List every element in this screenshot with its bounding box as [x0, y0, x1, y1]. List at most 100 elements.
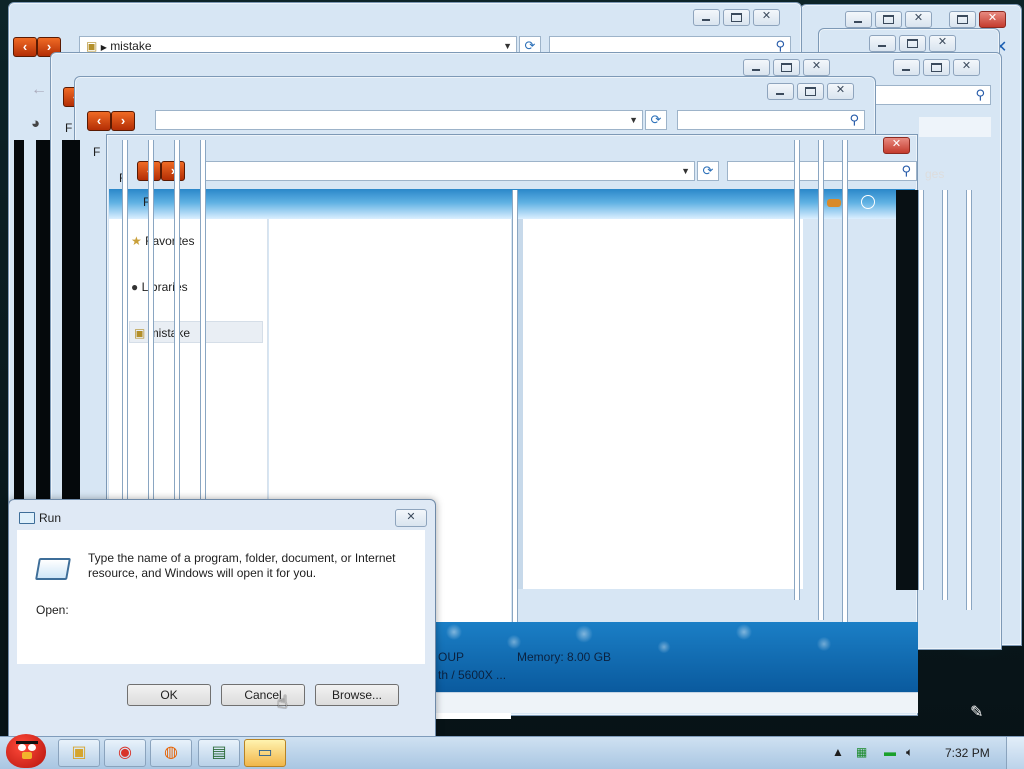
minimize-button[interactable] [693, 9, 720, 26]
window-edge [148, 140, 154, 500]
window-edge [512, 190, 518, 640]
window-edge [966, 190, 972, 610]
star-icon: ★ [131, 234, 142, 248]
folder-icon: ▣ [86, 39, 98, 53]
right-pane-edge [919, 117, 991, 137]
minimize-button[interactable] [845, 11, 872, 28]
back-arrow-icon[interactable]: ← [31, 81, 47, 99]
library-icon: ● [131, 280, 139, 294]
taskbar-chrome[interactable]: ◉ [104, 739, 146, 767]
search-input[interactable]: ⚲ [677, 110, 865, 130]
window-controls [845, 11, 932, 28]
edit-pencil-icon[interactable]: ✎ [970, 702, 983, 722]
window-controls [767, 83, 854, 100]
chevron-down-icon[interactable]: ▼ [629, 111, 638, 129]
menu-letter: F [93, 145, 101, 159]
maximize-button[interactable] [723, 9, 750, 26]
window-edge [794, 140, 800, 600]
search-icon: ⚲ [901, 163, 911, 178]
monitor-icon: ▤ [211, 744, 227, 761]
back-button[interactable]: ‹ [87, 111, 111, 131]
sidebar-item-favorites[interactable]: ★ Favorites [131, 234, 194, 248]
maximize-button[interactable] [899, 35, 926, 52]
refresh-button[interactable]: ⟳ [697, 161, 719, 181]
window-edge [942, 190, 948, 600]
chevron-down-icon[interactable]: ▼ [681, 162, 690, 180]
minimize-button[interactable] [743, 59, 770, 76]
help-icon[interactable] [861, 195, 875, 209]
search-input[interactable]: ⚲ [871, 85, 991, 105]
close-button[interactable] [905, 11, 932, 28]
forward-button[interactable]: › [161, 161, 185, 181]
window-controls-2 [949, 11, 1006, 28]
tray-expand-icon[interactable]: ▲ [832, 745, 844, 759]
address-bar[interactable]: ▼ [155, 110, 643, 130]
mouse-cursor-icon: ☝ [277, 692, 288, 712]
window-controls-b [893, 59, 980, 76]
window-edge [918, 190, 924, 590]
status-bar [434, 692, 918, 713]
system-info-banner: OUP Memory: 8.00 GB th / 5600X ... [434, 622, 918, 692]
close-button[interactable] [827, 83, 854, 100]
network-icon[interactable]: ▦ [856, 745, 867, 759]
window-edge [842, 140, 848, 640]
search-icon: ⚲ [849, 112, 859, 127]
maximize-button[interactable] [773, 59, 800, 76]
globe-icon: ◕ [31, 115, 41, 132]
nav-buttons: ‹ › [87, 111, 135, 131]
close-button[interactable] [953, 59, 980, 76]
dialog-description: Type the name of a program, folder, docu… [88, 551, 396, 580]
close-button[interactable] [753, 9, 780, 26]
address-path: mistake [110, 39, 152, 53]
minimize-button[interactable] [893, 59, 920, 76]
maximize-button[interactable] [797, 83, 824, 100]
close-button[interactable]: ✕ [395, 509, 427, 527]
close-button[interactable] [883, 137, 910, 154]
battery-icon[interactable]: ▬ [884, 745, 896, 759]
angry-bird-icon [6, 734, 46, 768]
ok-button[interactable]: OK [127, 684, 211, 706]
menu-letter: F [65, 121, 73, 135]
window-edge-dark [36, 140, 50, 500]
close-button[interactable] [929, 35, 956, 52]
run-program-icon [35, 558, 71, 580]
back-button[interactable]: ‹ [13, 37, 37, 57]
taskbar-firefox[interactable]: ◍ [150, 739, 192, 767]
run-dialog[interactable]: Run ✕ Type the name of a program, folder… [8, 499, 436, 737]
window-controls [869, 35, 956, 52]
breadcrumb-arrow-icon: ▶ [100, 43, 107, 52]
start-button[interactable] [4, 730, 48, 768]
maximize-button[interactable] [923, 59, 950, 76]
browse-button[interactable]: Browse... [315, 684, 399, 706]
search-icon: ⚲ [975, 87, 985, 102]
chrome-icon: ◉ [118, 744, 132, 761]
cancel-button[interactable]: Cancel [221, 684, 305, 706]
address-bar[interactable]: ▼ [203, 161, 695, 181]
refresh-button[interactable]: ⟳ [645, 110, 667, 130]
dialog-body: Type the name of a program, folder, docu… [17, 530, 425, 664]
maximize-button[interactable] [949, 11, 976, 28]
orange-icon [827, 199, 841, 207]
window-edge-dark [62, 140, 80, 500]
window-edge-dark [14, 140, 24, 500]
show-desktop-button[interactable] [1006, 737, 1024, 769]
preview-pane [517, 219, 803, 589]
taskbar-run[interactable]: ▭ [244, 739, 286, 767]
processor-text: th / 5600X ... [438, 668, 507, 682]
taskbar-explorer[interactable]: ▣ [58, 739, 100, 767]
window-controls [743, 59, 830, 76]
open-label: Open: [36, 603, 69, 617]
memory-text: Memory: 8.00 GB [517, 650, 612, 664]
close-button[interactable] [979, 11, 1006, 28]
minimize-button[interactable] [869, 35, 896, 52]
forward-button[interactable]: › [111, 111, 135, 131]
clock[interactable]: 7:32 PM [945, 746, 990, 760]
window-edge [200, 140, 206, 500]
volume-icon[interactable]: 🔈︎ [906, 745, 913, 760]
minimize-button[interactable] [767, 83, 794, 100]
taskbar-task-manager[interactable]: ▤ [198, 739, 240, 767]
maximize-button[interactable] [875, 11, 902, 28]
folder-icon: ▣ [71, 744, 87, 761]
taskbar: ▣ ◉ ◍ ▤ ▭ ▲ ▦ ▬ 🔈︎ 7:32 PM [0, 736, 1024, 769]
close-button[interactable] [803, 59, 830, 76]
